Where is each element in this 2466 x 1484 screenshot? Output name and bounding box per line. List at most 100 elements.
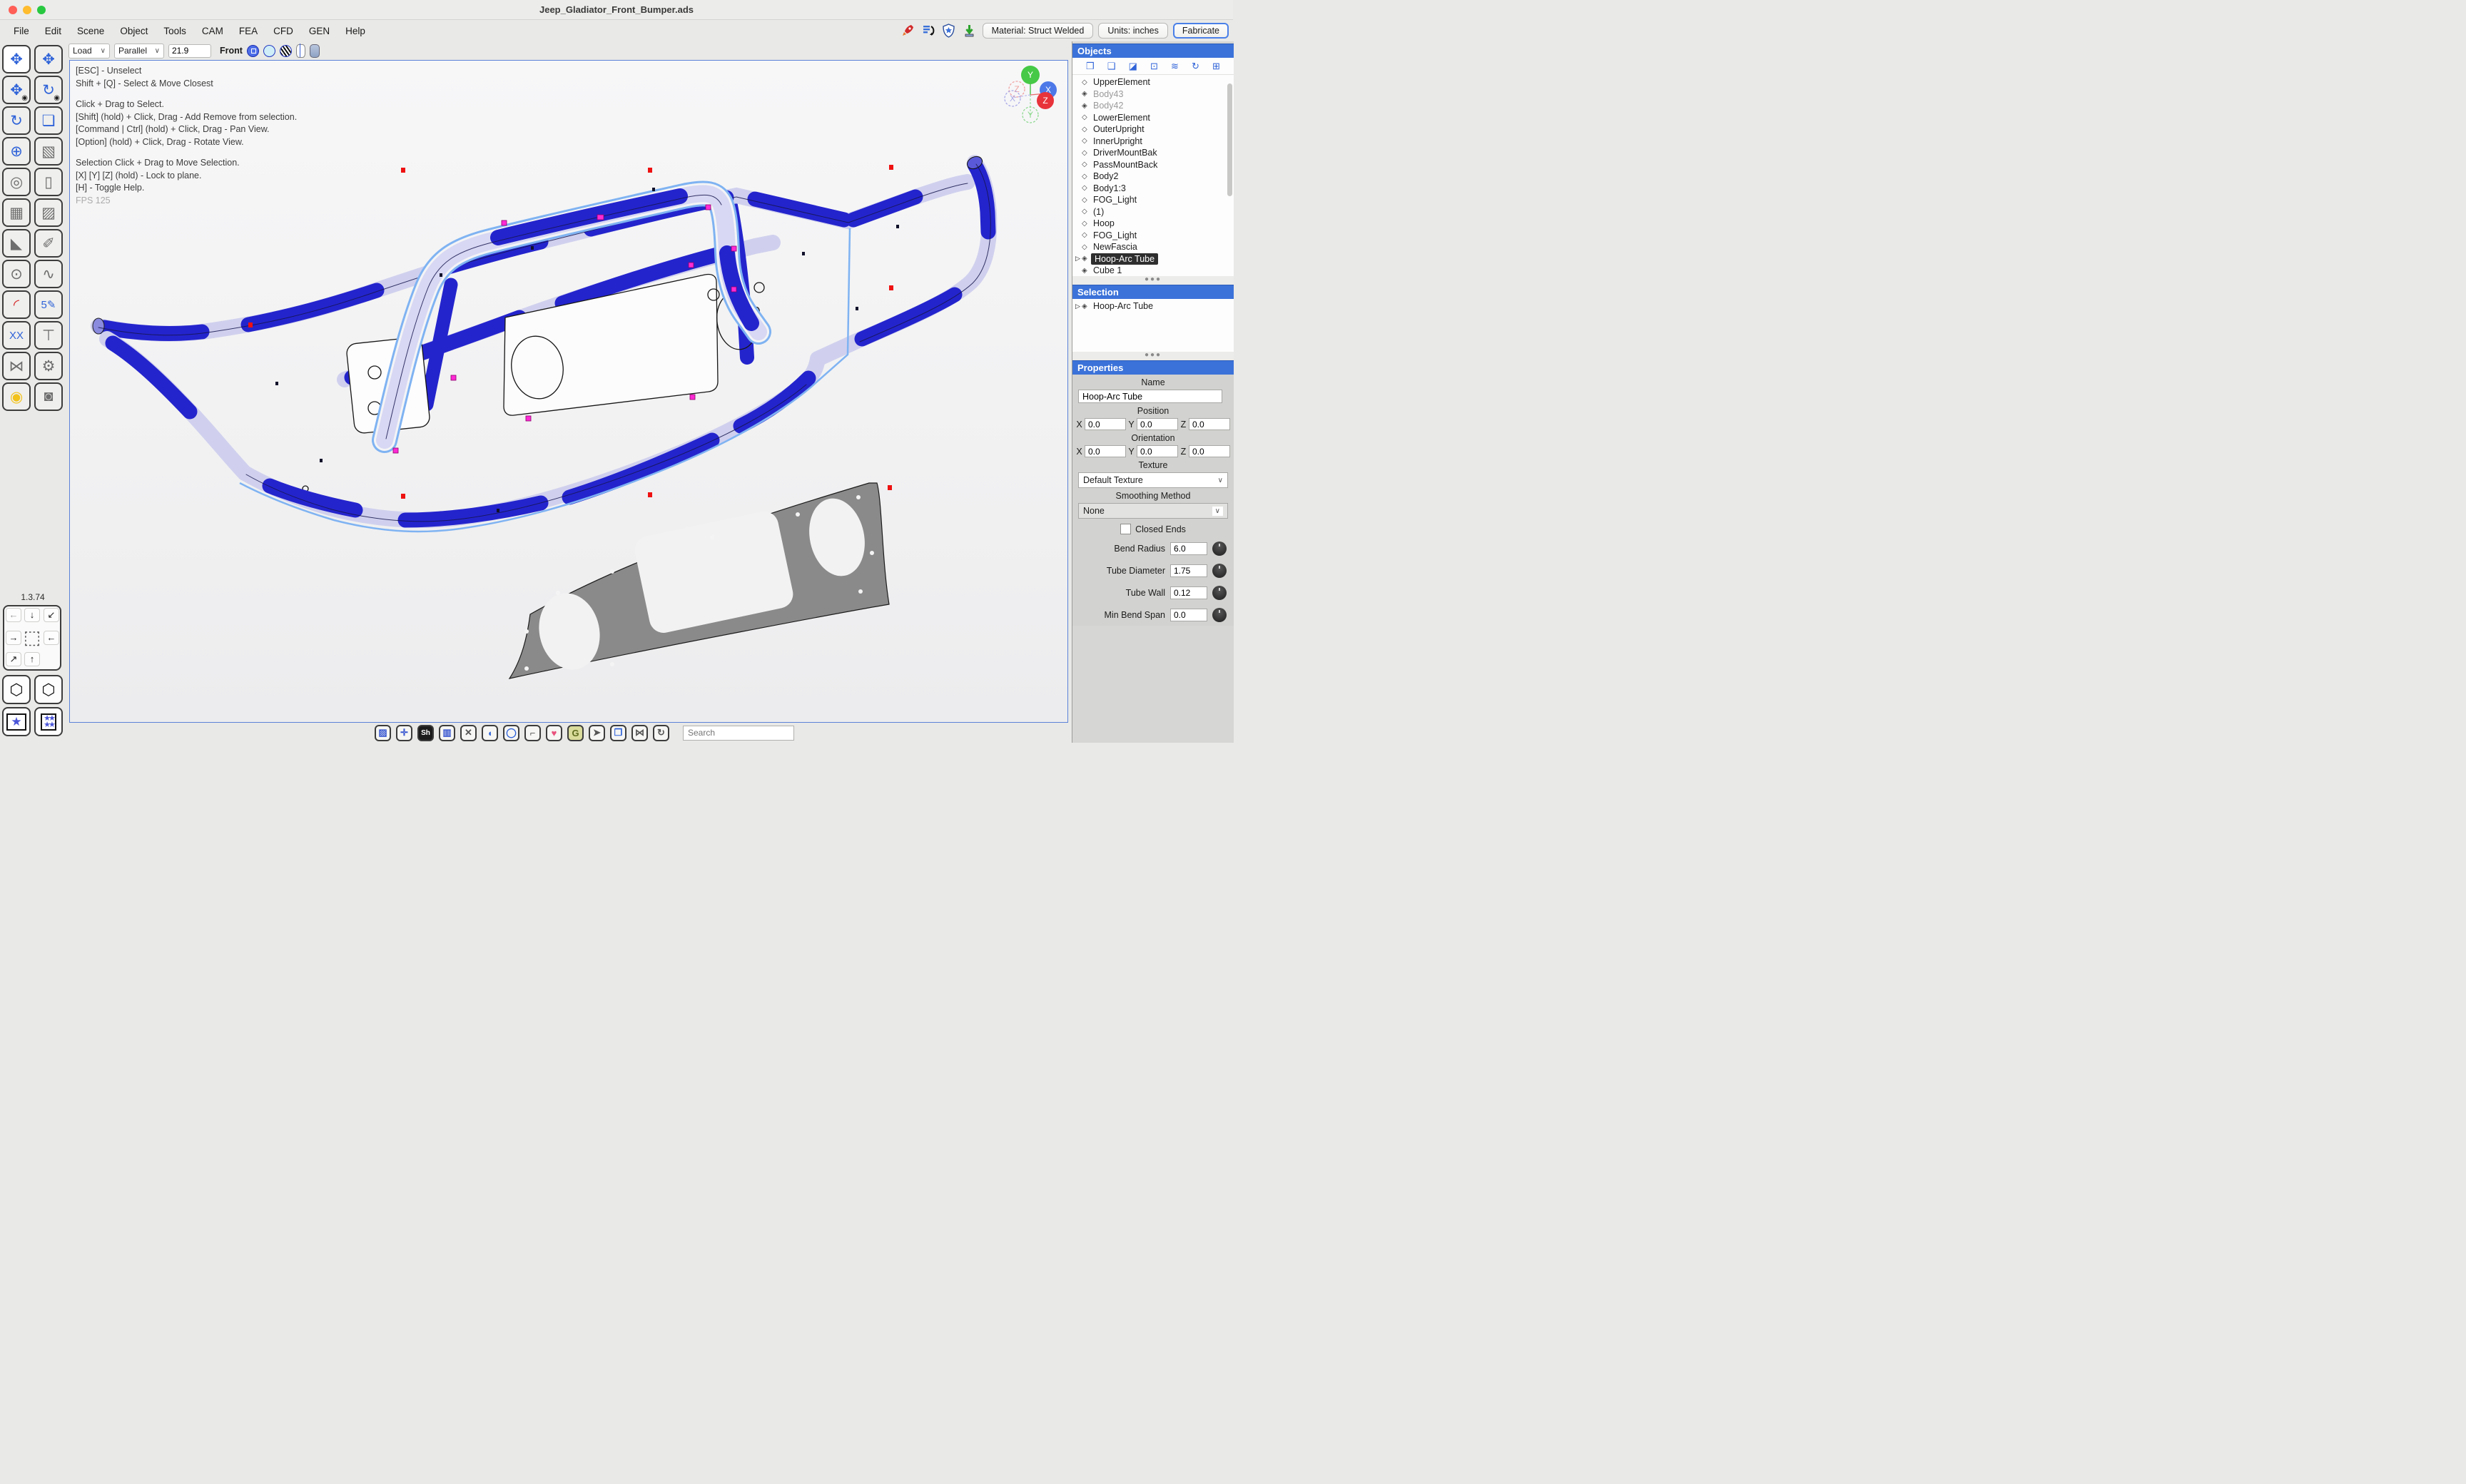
menu-object[interactable]: Object (112, 26, 156, 36)
bolt-tool[interactable]: ⚙ (34, 352, 63, 380)
favorite-heart-icon[interactable]: ♥ (546, 725, 562, 741)
axis-gizmo[interactable]: Z X Y X Y Z (1005, 66, 1057, 123)
box-select-tool[interactable]: ❏ (34, 106, 63, 135)
material-button[interactable]: Material: Struct Welded (983, 23, 1094, 39)
position-x-input[interactable] (1085, 418, 1126, 430)
orientation-x-input[interactable] (1085, 445, 1126, 457)
view-left2-arrow[interactable]: ← (44, 631, 59, 645)
cube-primitive-tool[interactable]: ▧ (34, 137, 63, 166)
scale-icon[interactable]: ⊞ (1212, 61, 1220, 72)
view-upright-arrow[interactable]: ↗ (6, 652, 21, 666)
isometric-view-alt-button[interactable]: ⬡ (34, 675, 63, 704)
rocket-icon[interactable] (900, 23, 915, 39)
folder-icon[interactable]: ❒ (1086, 61, 1095, 72)
fascia-plate[interactable] (509, 483, 889, 679)
smoothing-method-select[interactable]: None∨ (1078, 503, 1228, 519)
bend-radius-input[interactable] (1170, 542, 1207, 555)
object-row-fog-light[interactable]: ◇FOG_Light (1072, 194, 1234, 206)
rotate-tool[interactable]: ↻ (2, 106, 31, 135)
union-icon[interactable]: ❑ (1107, 61, 1116, 72)
solid-cylinder-icon[interactable] (310, 44, 320, 58)
snap-lines-icon[interactable]: ✕ (460, 725, 477, 741)
cursor-mouse-icon[interactable]: ➤ (589, 725, 605, 741)
expander-icon[interactable]: ▷ (1075, 255, 1082, 263)
object-row-body1-3[interactable]: ◇Body1:3 (1072, 183, 1234, 195)
single-view-button[interactable]: ★ (2, 707, 31, 736)
object-row-hoop-arc-tube[interactable]: ▷◈Hoop-Arc Tube (1072, 253, 1234, 265)
shield-star-icon[interactable] (941, 23, 957, 39)
view-downleft-arrow[interactable]: ↙ (44, 608, 59, 622)
circle-radius-tool[interactable]: ⊙ (2, 260, 31, 288)
object-row-body43[interactable]: ◈Body43 (1072, 88, 1234, 101)
light-tool[interactable]: ◉ (2, 382, 31, 411)
arc-tool[interactable]: ◜ (2, 290, 31, 319)
fabricate-button[interactable]: Fabricate (1173, 23, 1229, 39)
menu-tools[interactable]: Tools (156, 26, 194, 36)
object-row-body42[interactable]: ◈Body42 (1072, 100, 1234, 112)
pan-view-tool[interactable]: ✥◉ (2, 76, 31, 104)
tube-wall-input[interactable] (1170, 586, 1207, 599)
spline-tool[interactable]: ∿ (34, 260, 63, 288)
texture-select[interactable]: Default Texture∨ (1078, 472, 1228, 488)
position-z-input[interactable] (1189, 418, 1230, 430)
cut-profiles-icon[interactable]: ⋈ (631, 725, 648, 741)
panel-splitter-2[interactable]: ●●● (1072, 352, 1234, 360)
menu-cam[interactable]: CAM (194, 26, 231, 36)
shader-icon[interactable]: Sh (417, 725, 434, 741)
search-input[interactable] (683, 726, 794, 741)
shaded-view-icon[interactable] (247, 45, 259, 57)
bent-tube-icon[interactable]: ◖ (482, 725, 498, 741)
polyline-pen-tool[interactable]: 5✎ (34, 290, 63, 319)
move-tool[interactable]: ✥ (34, 45, 63, 73)
min-bend-span-input[interactable] (1170, 609, 1207, 621)
object-row-fog-light[interactable]: ◇FOG_Light (1072, 230, 1234, 242)
move-select-tool[interactable]: ✥ (2, 45, 31, 73)
object-row-outerupright[interactable]: ◇OuterUpright (1072, 123, 1234, 136)
isometric-view-button[interactable]: ⬡ (2, 675, 31, 704)
object-row-lowerelement[interactable]: ◇LowerElement (1072, 112, 1234, 124)
position-y-input[interactable] (1137, 418, 1178, 430)
shape-sketch-tool[interactable]: ◣ (2, 229, 31, 258)
view-up-arrow[interactable]: ↑ (24, 652, 40, 666)
tube-wall-knob[interactable] (1212, 586, 1227, 600)
window-controls[interactable] (9, 6, 46, 14)
disc-primitive-tool[interactable]: ◎ (2, 168, 31, 196)
name-input[interactable] (1078, 390, 1222, 403)
snapshot-tool[interactable]: ◙ (34, 382, 63, 411)
view-cube-widget[interactable]: ← ↓ ↙ → ← ↗ ↑ ⬚ (3, 605, 61, 671)
grid-surface-tool[interactable]: ▦ (2, 198, 31, 227)
object-row-body2[interactable]: ◇Body2 (1072, 171, 1234, 183)
closed-ends-checkbox[interactable] (1120, 524, 1131, 534)
menu-fea[interactable]: FEA (231, 26, 265, 36)
edit-path-tool[interactable]: ✐ (34, 229, 63, 258)
menu-file[interactable]: File (6, 26, 37, 36)
folder-icon[interactable]: ❒ (610, 725, 626, 741)
texture-pattern-icon[interactable]: ▨ (375, 725, 391, 741)
tube-diameter-knob[interactable] (1212, 564, 1227, 578)
globe-tool[interactable]: ⊕ (2, 137, 31, 166)
refresh-icon[interactable]: ↻ (653, 725, 669, 741)
quad-view-button[interactable]: ★★★★ (34, 707, 63, 736)
download-icon[interactable] (962, 23, 978, 39)
menu-gen[interactable]: GEN (301, 26, 338, 36)
menu-help[interactable]: Help (338, 26, 373, 36)
cylinder-primitive-tool[interactable]: ▯ (34, 168, 63, 196)
view-left-arrow[interactable]: ← (6, 608, 21, 622)
menu-scene[interactable]: Scene (69, 26, 112, 36)
minimize-window-icon[interactable] (23, 6, 31, 14)
collapse-center-icon[interactable]: ✛ (396, 725, 412, 741)
zebra-view-icon[interactable] (280, 45, 292, 57)
render-tv-icon[interactable]: ▥ (439, 725, 455, 741)
g-tag-icon[interactable]: G (567, 725, 584, 741)
menu-cfd[interactable]: CFD (265, 26, 301, 36)
rotate-icon[interactable]: ↻ (1192, 61, 1199, 72)
panel-kite-tool[interactable]: ⋈ (2, 352, 31, 380)
orientation-cube-icon[interactable]: ⬚ (21, 626, 43, 648)
object-row-cube-1[interactable]: ◈Cube 1 (1072, 265, 1234, 276)
panel-splitter[interactable]: ●●● (1072, 276, 1234, 285)
orbit-view-tool[interactable]: ↻◉ (34, 76, 63, 104)
mesh-surface-tool[interactable]: ▨ (34, 198, 63, 227)
orientation-z-input[interactable] (1189, 445, 1230, 457)
objects-list[interactable]: ◇UpperElement◈Body43◈Body42◇LowerElement… (1072, 75, 1234, 276)
objects-scrollbar[interactable] (1227, 83, 1232, 196)
